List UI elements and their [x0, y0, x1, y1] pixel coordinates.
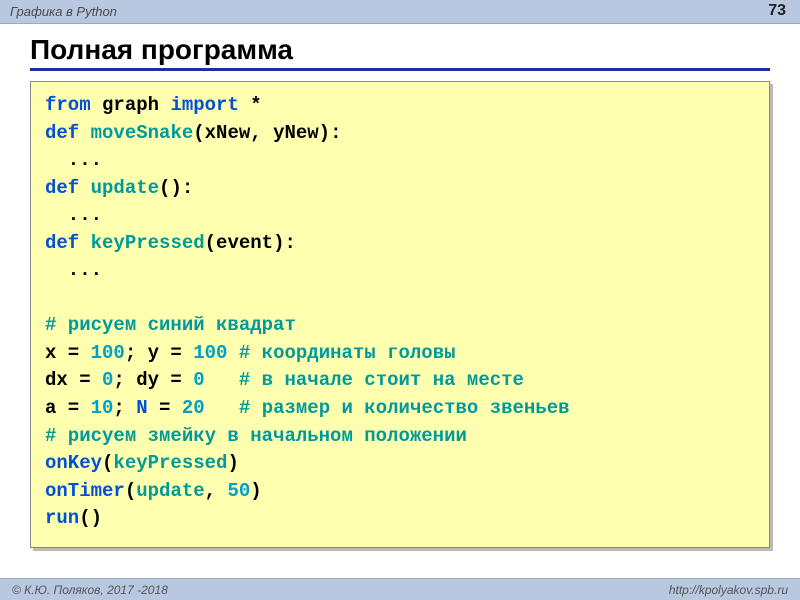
- topbar-title: Графика в Python: [10, 4, 117, 19]
- star: *: [250, 94, 261, 116]
- ellipsis-2: ...: [45, 204, 102, 226]
- l10-b: ; y =: [125, 342, 193, 364]
- fn-movesnake: moveSnake: [91, 122, 194, 144]
- num-50: 50: [227, 480, 250, 502]
- fn-keypressed: keyPressed: [91, 232, 205, 254]
- comment-head-coords: # координаты головы: [239, 342, 456, 364]
- args-movesnake: (xNew, yNew):: [193, 122, 341, 144]
- call-run: run: [45, 507, 79, 529]
- l15-b: ,: [205, 480, 228, 502]
- comment-draw-square: # рисуем синий квадрат: [45, 314, 296, 336]
- l12-c: =: [148, 397, 182, 419]
- l15-a: (: [125, 480, 136, 502]
- num-100-x: 100: [91, 342, 125, 364]
- l11-b: ; dy =: [113, 369, 193, 391]
- l12-d: [205, 397, 239, 419]
- num-100-y: 100: [193, 342, 227, 364]
- heading-wrap: Полная программа: [0, 24, 800, 77]
- arg-update: update: [136, 480, 204, 502]
- l16-a: (): [79, 507, 102, 529]
- l11-c: [205, 369, 239, 391]
- arg-keypressed: keyPressed: [113, 452, 227, 474]
- fn-update: update: [91, 177, 159, 199]
- kw-def-1: def: [45, 122, 79, 144]
- slide-heading: Полная программа: [30, 34, 770, 71]
- num-0-dy: 0: [193, 369, 204, 391]
- kw-def-3: def: [45, 232, 79, 254]
- l10-c: [227, 342, 238, 364]
- args-update: ():: [159, 177, 193, 199]
- ellipsis-3: ...: [45, 259, 102, 281]
- l12-b: ;: [113, 397, 136, 419]
- footer-url: http://kpolyakov.spb.ru: [669, 583, 788, 597]
- args-keypressed: (event):: [205, 232, 296, 254]
- l10-a: x =: [45, 342, 91, 364]
- ellipsis-1: ...: [45, 149, 102, 171]
- code-block: from graph import * def moveSnake(xNew, …: [30, 81, 770, 548]
- var-N: N: [136, 397, 147, 419]
- l11-a: dx =: [45, 369, 102, 391]
- kw-import: import: [170, 94, 238, 116]
- l15-c: ): [250, 480, 261, 502]
- comment-size-count: # размер и количество звеньев: [239, 397, 570, 419]
- kw-from: from: [45, 94, 91, 116]
- num-10-a: 10: [91, 397, 114, 419]
- l14-a: (: [102, 452, 113, 474]
- mod-graph: graph: [102, 94, 159, 116]
- code-container: from graph import * def moveSnake(xNew, …: [0, 77, 800, 548]
- footer-copyright: © К.Ю. Поляков, 2017 -2018: [12, 583, 168, 597]
- l12-a: a =: [45, 397, 91, 419]
- page-number: 73: [768, 2, 786, 20]
- comment-initial-still: # в начале стоит на месте: [239, 369, 524, 391]
- l14-b: ): [227, 452, 238, 474]
- topbar: Графика в Python: [0, 0, 800, 24]
- num-20-N: 20: [182, 397, 205, 419]
- slide: Графика в Python 73 Полная программа fro…: [0, 0, 800, 600]
- call-onkey: onKey: [45, 452, 102, 474]
- call-ontimer: onTimer: [45, 480, 125, 502]
- num-0-dx: 0: [102, 369, 113, 391]
- footer: © К.Ю. Поляков, 2017 -2018 http://kpolya…: [0, 578, 800, 600]
- kw-def-2: def: [45, 177, 79, 199]
- comment-draw-snake: # рисуем змейку в начальном положении: [45, 425, 467, 447]
